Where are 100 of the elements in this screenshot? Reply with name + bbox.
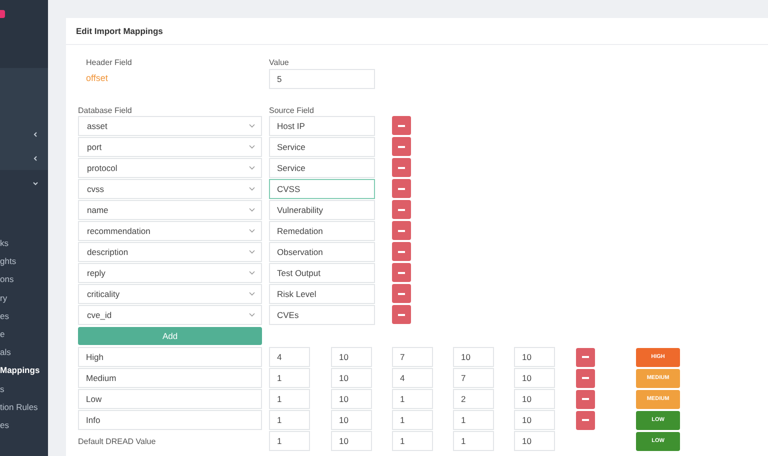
chevron-down-icon <box>249 124 255 128</box>
source-field-input[interactable]: Service <box>269 137 375 157</box>
risk-name-input[interactable]: Low <box>78 389 262 409</box>
dread-value-input[interactable]: 1 <box>392 431 433 451</box>
database-field-select[interactable]: cvss <box>78 179 262 199</box>
remove-button[interactable] <box>392 116 411 135</box>
minus-icon <box>398 124 405 126</box>
minus-icon <box>582 356 589 358</box>
dread-value-input[interactable]: 10 <box>331 368 372 388</box>
source-field-input[interactable]: Vulnerability <box>269 200 375 220</box>
dread-value-input[interactable]: 10 <box>453 347 494 367</box>
remove-button[interactable] <box>392 221 411 240</box>
dread-value-input[interactable]: 7 <box>453 368 494 388</box>
column-label: Database Field <box>78 106 133 115</box>
remove-button[interactable] <box>576 348 595 366</box>
remove-button[interactable] <box>392 137 411 156</box>
chevron-down-icon <box>249 145 255 149</box>
minus-icon <box>582 398 589 400</box>
chevron-down-icon <box>249 313 255 317</box>
risk-name-input[interactable]: High <box>78 347 262 367</box>
dread-value-input[interactable]: 10 <box>331 347 372 367</box>
chevron-left-icon[interactable] <box>33 132 38 136</box>
database-field-select[interactable]: port <box>78 137 262 157</box>
dread-value-input[interactable]: 10 <box>331 389 372 409</box>
database-field-select[interactable]: name <box>78 200 262 220</box>
source-field-input[interactable]: CVSS <box>269 179 375 199</box>
remove-button[interactable] <box>392 158 411 177</box>
column-label: Value <box>269 58 290 67</box>
remove-button[interactable] <box>576 368 595 388</box>
dread-value-input[interactable]: 10 <box>514 431 555 451</box>
chevron-down-icon <box>249 271 255 275</box>
column-label: Source Field <box>269 106 315 115</box>
dread-value-input[interactable]: 10 <box>514 347 555 367</box>
chevron-down-icon <box>249 229 255 233</box>
remove-button[interactable] <box>392 305 411 324</box>
dread-value-input[interactable]: 1 <box>392 410 433 430</box>
sidebar-item[interactable]: ry <box>0 288 8 307</box>
dread-value-input[interactable]: 1 <box>269 410 310 430</box>
source-field-input[interactable]: CVEs <box>269 305 375 325</box>
minus-icon <box>398 166 405 168</box>
sidebar-item[interactable]: ghts <box>0 252 16 270</box>
dread-value-input[interactable]: 10 <box>331 431 372 451</box>
remove-button[interactable] <box>392 284 411 303</box>
risk-name-input[interactable]: Info <box>78 410 262 430</box>
sidebar-item[interactable]: es <box>0 416 9 434</box>
risk-name-input[interactable]: Medium <box>78 368 262 388</box>
dread-value-input[interactable]: 7 <box>392 347 433 367</box>
dread-value-input[interactable]: 1 <box>453 410 494 430</box>
dread-value-input[interactable]: 1 <box>392 389 433 409</box>
database-field-select[interactable]: asset <box>78 116 262 136</box>
dread-value-input[interactable]: 10 <box>514 389 555 409</box>
remove-button[interactable] <box>392 200 411 219</box>
minus-icon <box>398 146 405 148</box>
remove-button[interactable] <box>392 242 411 261</box>
database-field-select[interactable]: cve_id <box>78 305 262 325</box>
header-field-name: offset <box>85 73 109 83</box>
column-label: Header Field <box>85 58 133 67</box>
database-field-select[interactable]: protocol <box>78 158 262 178</box>
dread-value-input[interactable]: 1 <box>269 389 310 409</box>
dread-value-input[interactable]: 1 <box>269 431 310 451</box>
sidebar-item[interactable]: ons <box>0 270 14 289</box>
card-title: Edit Import Mappings <box>66 18 768 45</box>
database-field-select[interactable]: reply <box>78 263 262 283</box>
dread-value-input[interactable]: 2 <box>453 389 494 409</box>
source-field-input[interactable]: Remedation <box>269 221 375 241</box>
sidebar-item[interactable]: tion Rules <box>0 398 38 416</box>
minus-icon <box>398 250 405 252</box>
sidebar-item[interactable]: s <box>0 380 4 398</box>
remove-button[interactable] <box>576 390 595 408</box>
database-field-select[interactable]: recommendation <box>78 221 262 241</box>
dread-value-input[interactable]: 10 <box>331 410 372 430</box>
dread-value-input[interactable]: 1 <box>269 368 310 388</box>
dread-value-input[interactable]: 4 <box>392 368 433 388</box>
minus-icon <box>582 377 589 379</box>
source-field-input[interactable]: Risk Level <box>269 284 375 304</box>
logo-icon <box>0 10 5 18</box>
remove-button[interactable] <box>392 179 411 198</box>
source-field-input[interactable]: Observation <box>269 242 375 262</box>
source-field-input[interactable]: Test Output <box>269 263 375 283</box>
database-field-select[interactable]: description <box>78 242 262 262</box>
sidebar-item[interactable]: ks <box>0 234 8 252</box>
source-field-input[interactable]: Host IP <box>269 116 375 136</box>
sidebar-item[interactable]: e <box>0 324 5 344</box>
dread-value-input[interactable]: 4 <box>269 347 310 367</box>
chevron-down-icon <box>249 208 255 212</box>
minus-icon <box>398 188 405 190</box>
sidebar-item[interactable]: als <box>0 343 11 362</box>
sidebar-item[interactable]: Mappings <box>0 361 40 380</box>
dread-value-input[interactable]: 10 <box>514 410 555 430</box>
source-field-input[interactable]: Service <box>269 158 375 178</box>
sidebar-item[interactable]: es <box>0 306 9 325</box>
remove-button[interactable] <box>392 263 411 282</box>
value-field[interactable]: 5 <box>269 69 375 89</box>
chevron-down-icon[interactable] <box>33 180 38 186</box>
minus-icon <box>582 419 589 421</box>
dread-value-input[interactable]: 10 <box>514 368 555 388</box>
remove-button[interactable] <box>576 410 595 430</box>
dread-value-input[interactable]: 1 <box>453 431 494 451</box>
chevron-left-icon[interactable] <box>33 156 38 160</box>
database-field-select[interactable]: criticality <box>78 284 262 304</box>
